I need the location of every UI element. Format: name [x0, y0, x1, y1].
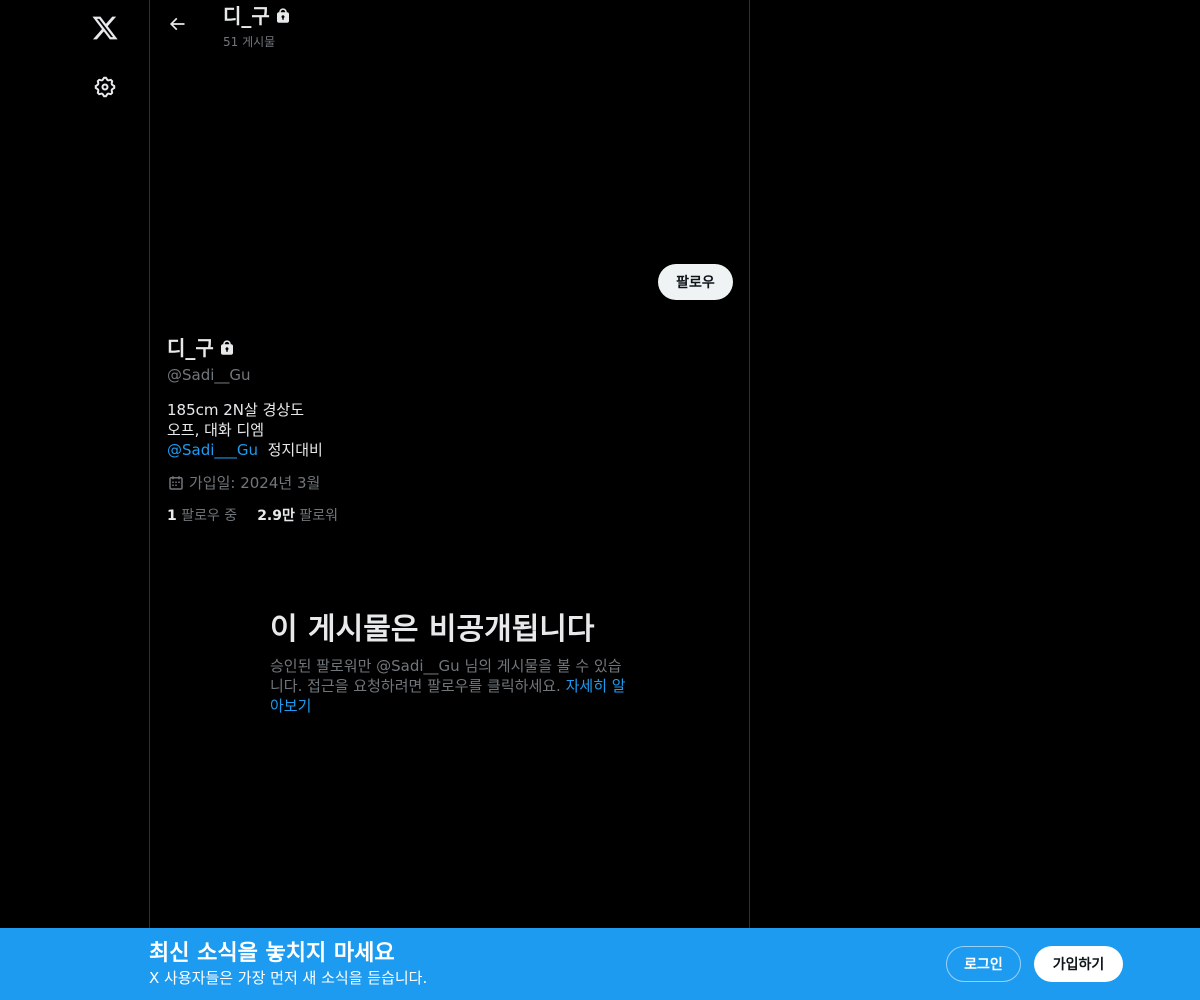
- x-logo-icon[interactable]: [83, 6, 127, 50]
- banner-title: 최신 소식을 놓치지 마세요: [149, 941, 395, 966]
- left-nav: [0, 0, 149, 1000]
- signup-banner: 최신 소식을 놓치지 마세요 X 사용자들은 가장 먼저 새 소식을 듣습니다.…: [0, 928, 1200, 1000]
- banner-subtitle: X 사용자들은 가장 먼저 새 소식을 듣습니다.: [149, 969, 428, 987]
- following-count: 1: [167, 508, 177, 524]
- join-date-text: 가입일: 2024년 3월: [189, 474, 321, 492]
- header-title: 디_구: [223, 4, 292, 28]
- calendar-icon: [167, 474, 185, 492]
- follow-button[interactable]: 팔로우: [658, 264, 733, 300]
- followers-link[interactable]: 2.9만 팔로워: [257, 506, 338, 526]
- bio-line: @Sadi___Gu 정지대비: [167, 440, 323, 460]
- private-notice-title: 이 게시물은 비공개됩니다: [270, 612, 595, 647]
- arrow-left-icon: [167, 14, 187, 38]
- following-link[interactable]: 1 팔로우 중: [167, 506, 237, 526]
- profile-column: 디_구 51 게시물 팔로우 디_구 @Sadi__Gu 185cm 2N살 경…: [149, 0, 750, 1000]
- followers-label: 팔로워: [299, 508, 338, 524]
- followers-count: 2.9만: [257, 508, 295, 524]
- bio-line: 185cm 2N살 경상도: [167, 401, 304, 419]
- profile-display-name: 디_구: [167, 336, 214, 360]
- private-notice: 이 게시물은 비공개됩니다 승인된 팔로워만 @Sadi__Gu 님의 게시물을…: [270, 610, 635, 716]
- post-count: 51 게시물: [223, 35, 276, 49]
- private-notice-description: 승인된 팔로워만 @Sadi__Gu 님의 게시물을 볼 수 있습니다. 접근을…: [270, 656, 635, 716]
- header-name: 디_구: [223, 4, 270, 28]
- lock-icon: [218, 339, 236, 357]
- following-label: 팔로우 중: [181, 508, 238, 524]
- bio-line: 오프, 대화 디엠: [167, 421, 265, 439]
- profile-handle: @Sadi__Gu: [167, 366, 251, 384]
- login-button[interactable]: 로그인: [946, 946, 1021, 982]
- signup-button[interactable]: 가입하기: [1034, 946, 1123, 982]
- profile-header: 디_구 51 게시물: [150, 0, 749, 53]
- bio-mention-link[interactable]: @Sadi___Gu: [167, 441, 258, 459]
- join-date: 가입일: 2024년 3월: [167, 473, 320, 493]
- follow-stats: 1 팔로우 중 2.9만 팔로워: [167, 506, 338, 526]
- gear-icon[interactable]: [83, 65, 127, 109]
- profile-bio: 185cm 2N살 경상도 오프, 대화 디엠 @Sadi___Gu 정지대비: [167, 400, 323, 460]
- bio-mention-suffix: 정지대비: [267, 441, 323, 459]
- back-button[interactable]: [159, 8, 195, 44]
- lock-icon: [274, 7, 292, 25]
- profile-name: 디_구: [167, 336, 236, 360]
